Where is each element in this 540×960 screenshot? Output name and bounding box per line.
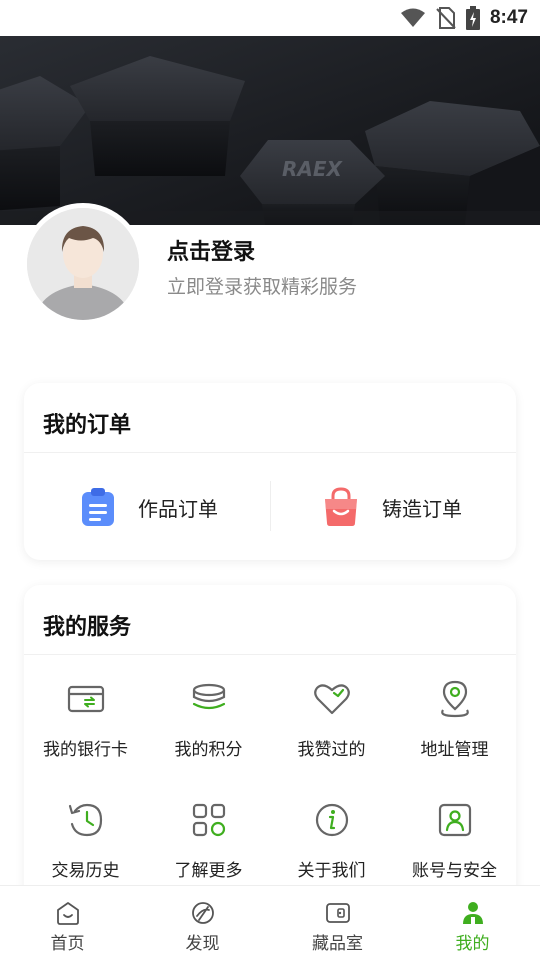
divider xyxy=(24,452,516,453)
tab-collection[interactable]: 藏品室 xyxy=(270,886,405,960)
tab-profile[interactable]: 我的 xyxy=(405,886,540,960)
shopping-bag-icon xyxy=(325,487,357,526)
banner-hexagons-image: RAEX xyxy=(0,36,540,225)
my-services-card: 我的服务 我的银行卡 我的积分 我赞过的 地址管理 交易历史 了解更多 关于我们… xyxy=(24,585,516,915)
mint-orders-button[interactable]: 铸造订单 xyxy=(322,485,462,529)
bank-card-button[interactable]: 我的银行卡 xyxy=(24,679,147,779)
bottom-tab-bar: 首页 发现 藏品室 我的 xyxy=(0,885,540,960)
banner-logo-text: RAEX xyxy=(282,157,344,181)
mint-orders-label: 铸造订单 xyxy=(382,496,462,521)
bank-card-label: 我的银行卡 xyxy=(43,740,128,760)
divider xyxy=(24,654,516,655)
artwork-orders-button[interactable]: 作品订单 xyxy=(80,485,218,529)
status-bar: 8:47 xyxy=(0,0,540,36)
location-pin-icon xyxy=(440,680,469,718)
my-services-title: 我的服务 xyxy=(43,615,132,640)
profile-banner: RAEX xyxy=(0,36,540,225)
learn-more-label: 了解更多 xyxy=(174,861,243,881)
tab-home-label: 首页 xyxy=(50,934,85,954)
no-sim-icon xyxy=(436,7,456,29)
liked-label: 我赞过的 xyxy=(297,740,366,760)
points-label: 我的积分 xyxy=(174,740,243,760)
about-us-label: 关于我们 xyxy=(297,861,366,881)
tab-discover[interactable]: 发现 xyxy=(135,886,270,960)
heart-icon xyxy=(313,684,350,715)
coins-icon xyxy=(192,683,225,710)
points-button[interactable]: 我的积分 xyxy=(147,679,270,779)
my-orders-title: 我的订单 xyxy=(43,413,132,438)
collection-icon xyxy=(325,903,350,923)
grid-apps-icon xyxy=(192,803,225,837)
history-clock-icon xyxy=(68,803,102,837)
bank-card-icon xyxy=(67,685,104,713)
clock-time: 8:47 xyxy=(489,7,528,28)
account-security-label: 账号与安全 xyxy=(412,861,497,881)
tab-profile-label: 我的 xyxy=(455,934,490,954)
tab-discover-label: 发现 xyxy=(185,934,220,954)
home-icon xyxy=(56,902,79,925)
address-management-label: 地址管理 xyxy=(420,740,489,760)
transaction-history-label: 交易历史 xyxy=(51,861,120,881)
tab-home[interactable]: 首页 xyxy=(0,886,135,960)
login-link[interactable]: 点击登录 xyxy=(167,234,255,266)
address-management-button[interactable]: 地址管理 xyxy=(393,679,516,779)
profile-icon xyxy=(462,902,483,924)
artwork-orders-label: 作品订单 xyxy=(138,496,218,521)
my-orders-card: 我的订单 作品订单 铸造订单 xyxy=(24,383,516,560)
discover-icon xyxy=(191,902,214,924)
default-user-avatar-icon xyxy=(27,208,139,320)
account-security-icon xyxy=(438,803,471,837)
liked-button[interactable]: 我赞过的 xyxy=(270,679,393,779)
battery-charging-icon xyxy=(465,6,480,30)
login-subtitle: 立即登录获取精彩服务 xyxy=(167,276,358,298)
avatar[interactable] xyxy=(22,203,144,325)
tab-collection-label: 藏品室 xyxy=(312,934,363,954)
wifi-icon xyxy=(400,8,425,27)
divider xyxy=(270,481,271,531)
info-icon xyxy=(315,803,348,837)
clipboard-icon xyxy=(82,488,114,526)
